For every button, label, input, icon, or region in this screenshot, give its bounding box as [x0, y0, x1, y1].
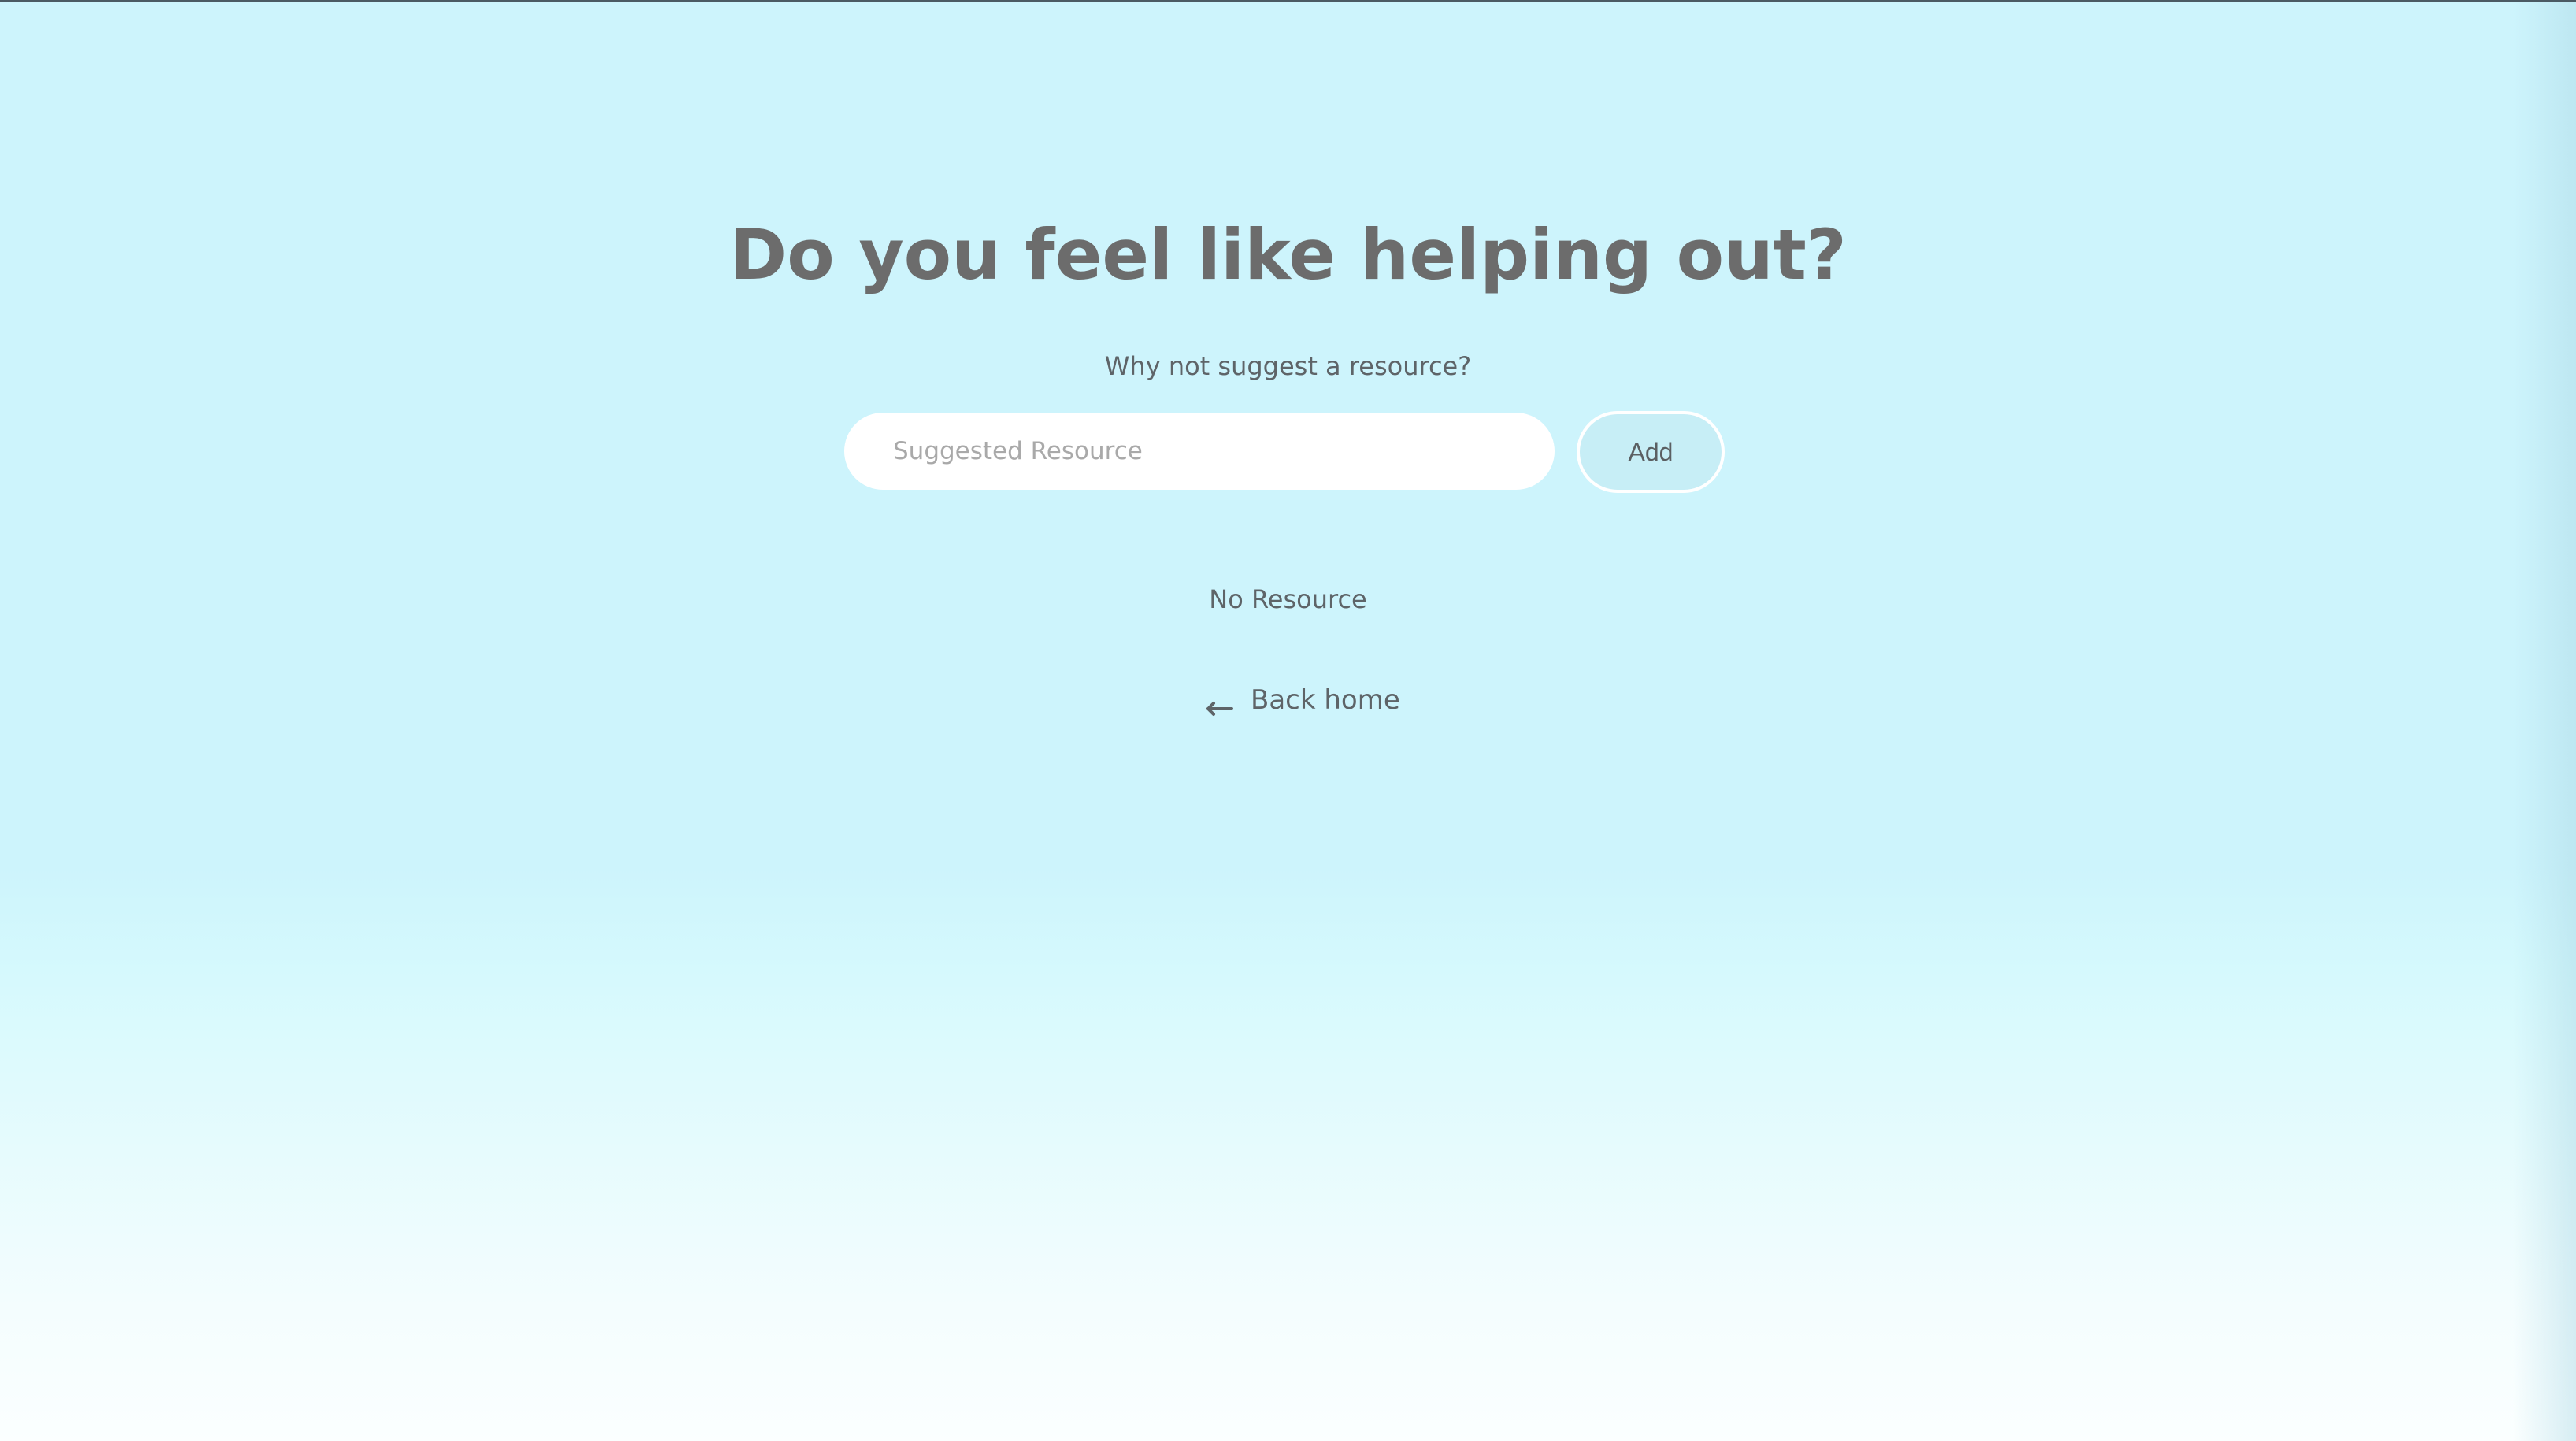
add-button[interactable]: Add	[1577, 411, 1725, 493]
page-subtitle: Why not suggest a resource?	[1104, 351, 1472, 381]
page-title: Do you feel like helping out?	[729, 214, 1847, 295]
arrow-left-icon	[1205, 692, 1233, 716]
suggest-resource-form: Add	[844, 411, 1725, 495]
page: Do you feel like helping out? Why not su…	[0, 0, 2576, 1441]
main-content: Do you feel like helping out? Why not su…	[0, 2, 2576, 1441]
empty-resource-message: No Resource	[1209, 584, 1367, 614]
back-home-label: Back home	[1251, 684, 1400, 716]
back-home-link[interactable]: Back home	[1205, 680, 1400, 720]
suggested-resource-input[interactable]	[844, 413, 1555, 490]
